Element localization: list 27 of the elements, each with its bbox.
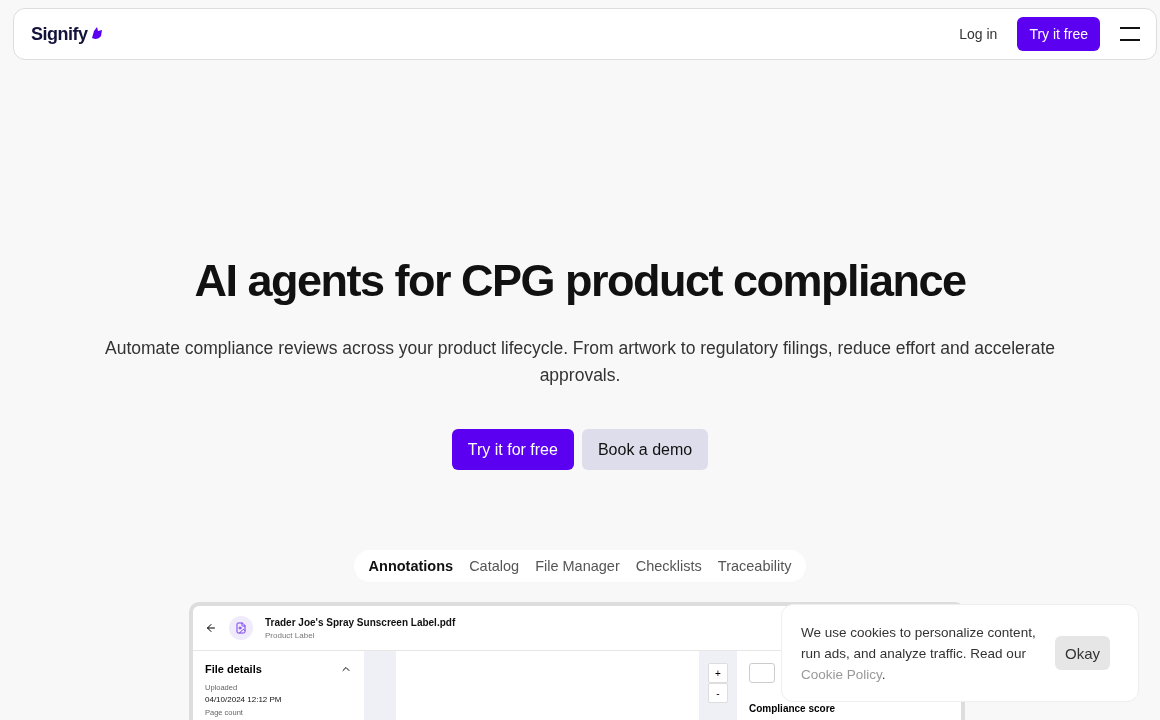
margin-strip xyxy=(364,651,396,720)
hand-logo-icon xyxy=(89,25,104,40)
cookie-text: We use cookies to personalize content, run ads, and analyze traffic. Read our Cookie Policy. xyxy=(801,623,1037,684)
score-title: Compliance score xyxy=(749,703,837,714)
product-tab[interactable]: Annotations xyxy=(360,558,462,574)
menu-icon[interactable] xyxy=(1120,27,1140,41)
file-name: Trader Joe's Spray Sunscreen Label.pdf xyxy=(265,616,456,628)
file-image-icon xyxy=(229,616,253,640)
try-free-button[interactable]: Try it free xyxy=(1017,17,1100,51)
panel-title: File details xyxy=(205,663,262,675)
zoom-out-button[interactable]: - xyxy=(708,683,728,703)
okay-button[interactable]: Okay xyxy=(1055,636,1110,670)
login-link[interactable]: Log in xyxy=(959,26,998,42)
field-value: 04/10/2024 12:12 PM xyxy=(205,695,283,704)
logo[interactable]: Signify xyxy=(31,23,104,45)
input-field[interactable] xyxy=(749,663,775,683)
product-tab[interactable]: File Manager xyxy=(527,558,628,574)
zoom-in-button[interactable]: + xyxy=(708,663,728,683)
hero-subtitle: Automate compliance reviews across your product lifecycle. From artwork to regulatory filings, reduce effort and accelerate approvals. xyxy=(104,337,1056,387)
try-for-free-button[interactable]: Try it for free xyxy=(451,429,574,470)
product-tab[interactable]: Catalog xyxy=(461,558,528,574)
back-arrow-icon[interactable] xyxy=(205,622,217,634)
file-type: Product Label xyxy=(265,630,316,640)
product-tab[interactable]: Traceability xyxy=(709,558,800,574)
book-demo-button[interactable]: Book a demo xyxy=(581,429,709,470)
product-tab[interactable]: Checklists xyxy=(627,558,710,574)
hero-title: AI agents for CPG product compliance xyxy=(194,255,966,307)
